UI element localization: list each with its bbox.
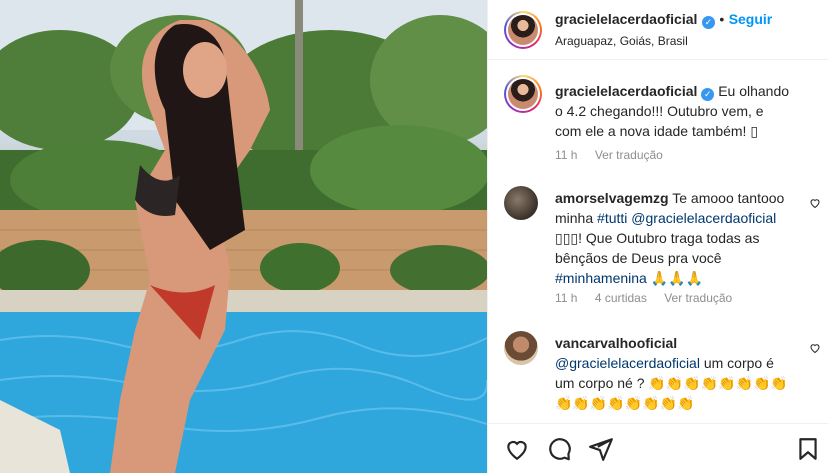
instagram-post: gracielelacerdaoficial ✓ • Seguir Aragua… — [0, 0, 828, 473]
author-avatar[interactable] — [504, 11, 542, 49]
hashtag-link[interactable]: #minhamenina — [555, 270, 647, 286]
follow-button[interactable]: Seguir — [729, 11, 773, 27]
caption-time[interactable]: 11 h — [555, 148, 577, 162]
comment-likes[interactable]: 4 curtidas — [595, 291, 647, 305]
mention-link[interactable]: @gracielelacerdaoficial — [631, 210, 776, 226]
comment-time[interactable]: 11 h — [555, 291, 577, 305]
comment-username[interactable]: vancarvalhooficial — [555, 333, 793, 353]
comment-translate-link[interactable]: Ver tradução — [664, 291, 732, 305]
share-icon[interactable] — [588, 436, 614, 462]
commenter-avatar[interactable] — [504, 186, 538, 220]
hashtag-link[interactable]: #tutti — [597, 210, 627, 226]
comment-like-heart-icon[interactable] — [809, 197, 821, 209]
like-icon[interactable] — [504, 436, 530, 462]
comment-meta: 11 h 4 curtidas Ver tradução — [555, 291, 746, 305]
comment-text: vancarvalhooficial @gracielelacerdaofici… — [555, 333, 793, 413]
separator-dot: • — [719, 11, 725, 27]
comment-item: vancarvalhooficial @gracielelacerdaofici… — [488, 330, 828, 420]
commenter-avatar[interactable] — [504, 331, 538, 365]
post-side-panel: gracielelacerdaoficial ✓ • Seguir Aragua… — [487, 0, 828, 473]
post-location[interactable]: Araguapaz, Goiás, Brasil — [555, 34, 688, 48]
caption-avatar[interactable] — [504, 75, 542, 113]
caption-block: gracielelacerdaoficial ✓ Eu olhando o 4.… — [488, 75, 828, 175]
save-icon[interactable] — [795, 436, 821, 462]
caption-translate-link[interactable]: Ver tradução — [595, 148, 663, 162]
verified-badge-icon: ✓ — [701, 16, 715, 29]
comment-text: amorselvagemzg Te amooo tantooo minha #t… — [555, 188, 793, 288]
caption-username[interactable]: gracielelacerdaoficial — [555, 83, 697, 99]
comment-like-heart-icon[interactable] — [809, 342, 821, 354]
verified-badge-icon: ✓ — [701, 88, 715, 101]
comment-body-part: ▯▯▯! Que Outubro traga todas as bênçãos … — [555, 230, 760, 266]
comment-icon[interactable] — [546, 436, 572, 462]
caption-meta: 11 h Ver tradução — [555, 148, 677, 162]
action-bar — [488, 423, 828, 473]
caption-text: gracielelacerdaoficial ✓ Eu olhando o 4.… — [555, 81, 793, 141]
post-photo[interactable] — [0, 0, 487, 473]
comment-username[interactable]: amorselvagemzg — [555, 190, 669, 206]
comment-emojis: 🙏🙏🙏 — [650, 270, 704, 286]
post-header: gracielelacerdaoficial ✓ • Seguir Aragua… — [488, 0, 828, 60]
comment-item: amorselvagemzg Te amooo tantooo minha #t… — [488, 185, 828, 310]
mention-link[interactable]: @gracielelacerdaoficial — [555, 355, 700, 371]
pool-scene-illustration — [0, 0, 487, 473]
author-username[interactable]: gracielelacerdaoficial — [555, 11, 697, 27]
